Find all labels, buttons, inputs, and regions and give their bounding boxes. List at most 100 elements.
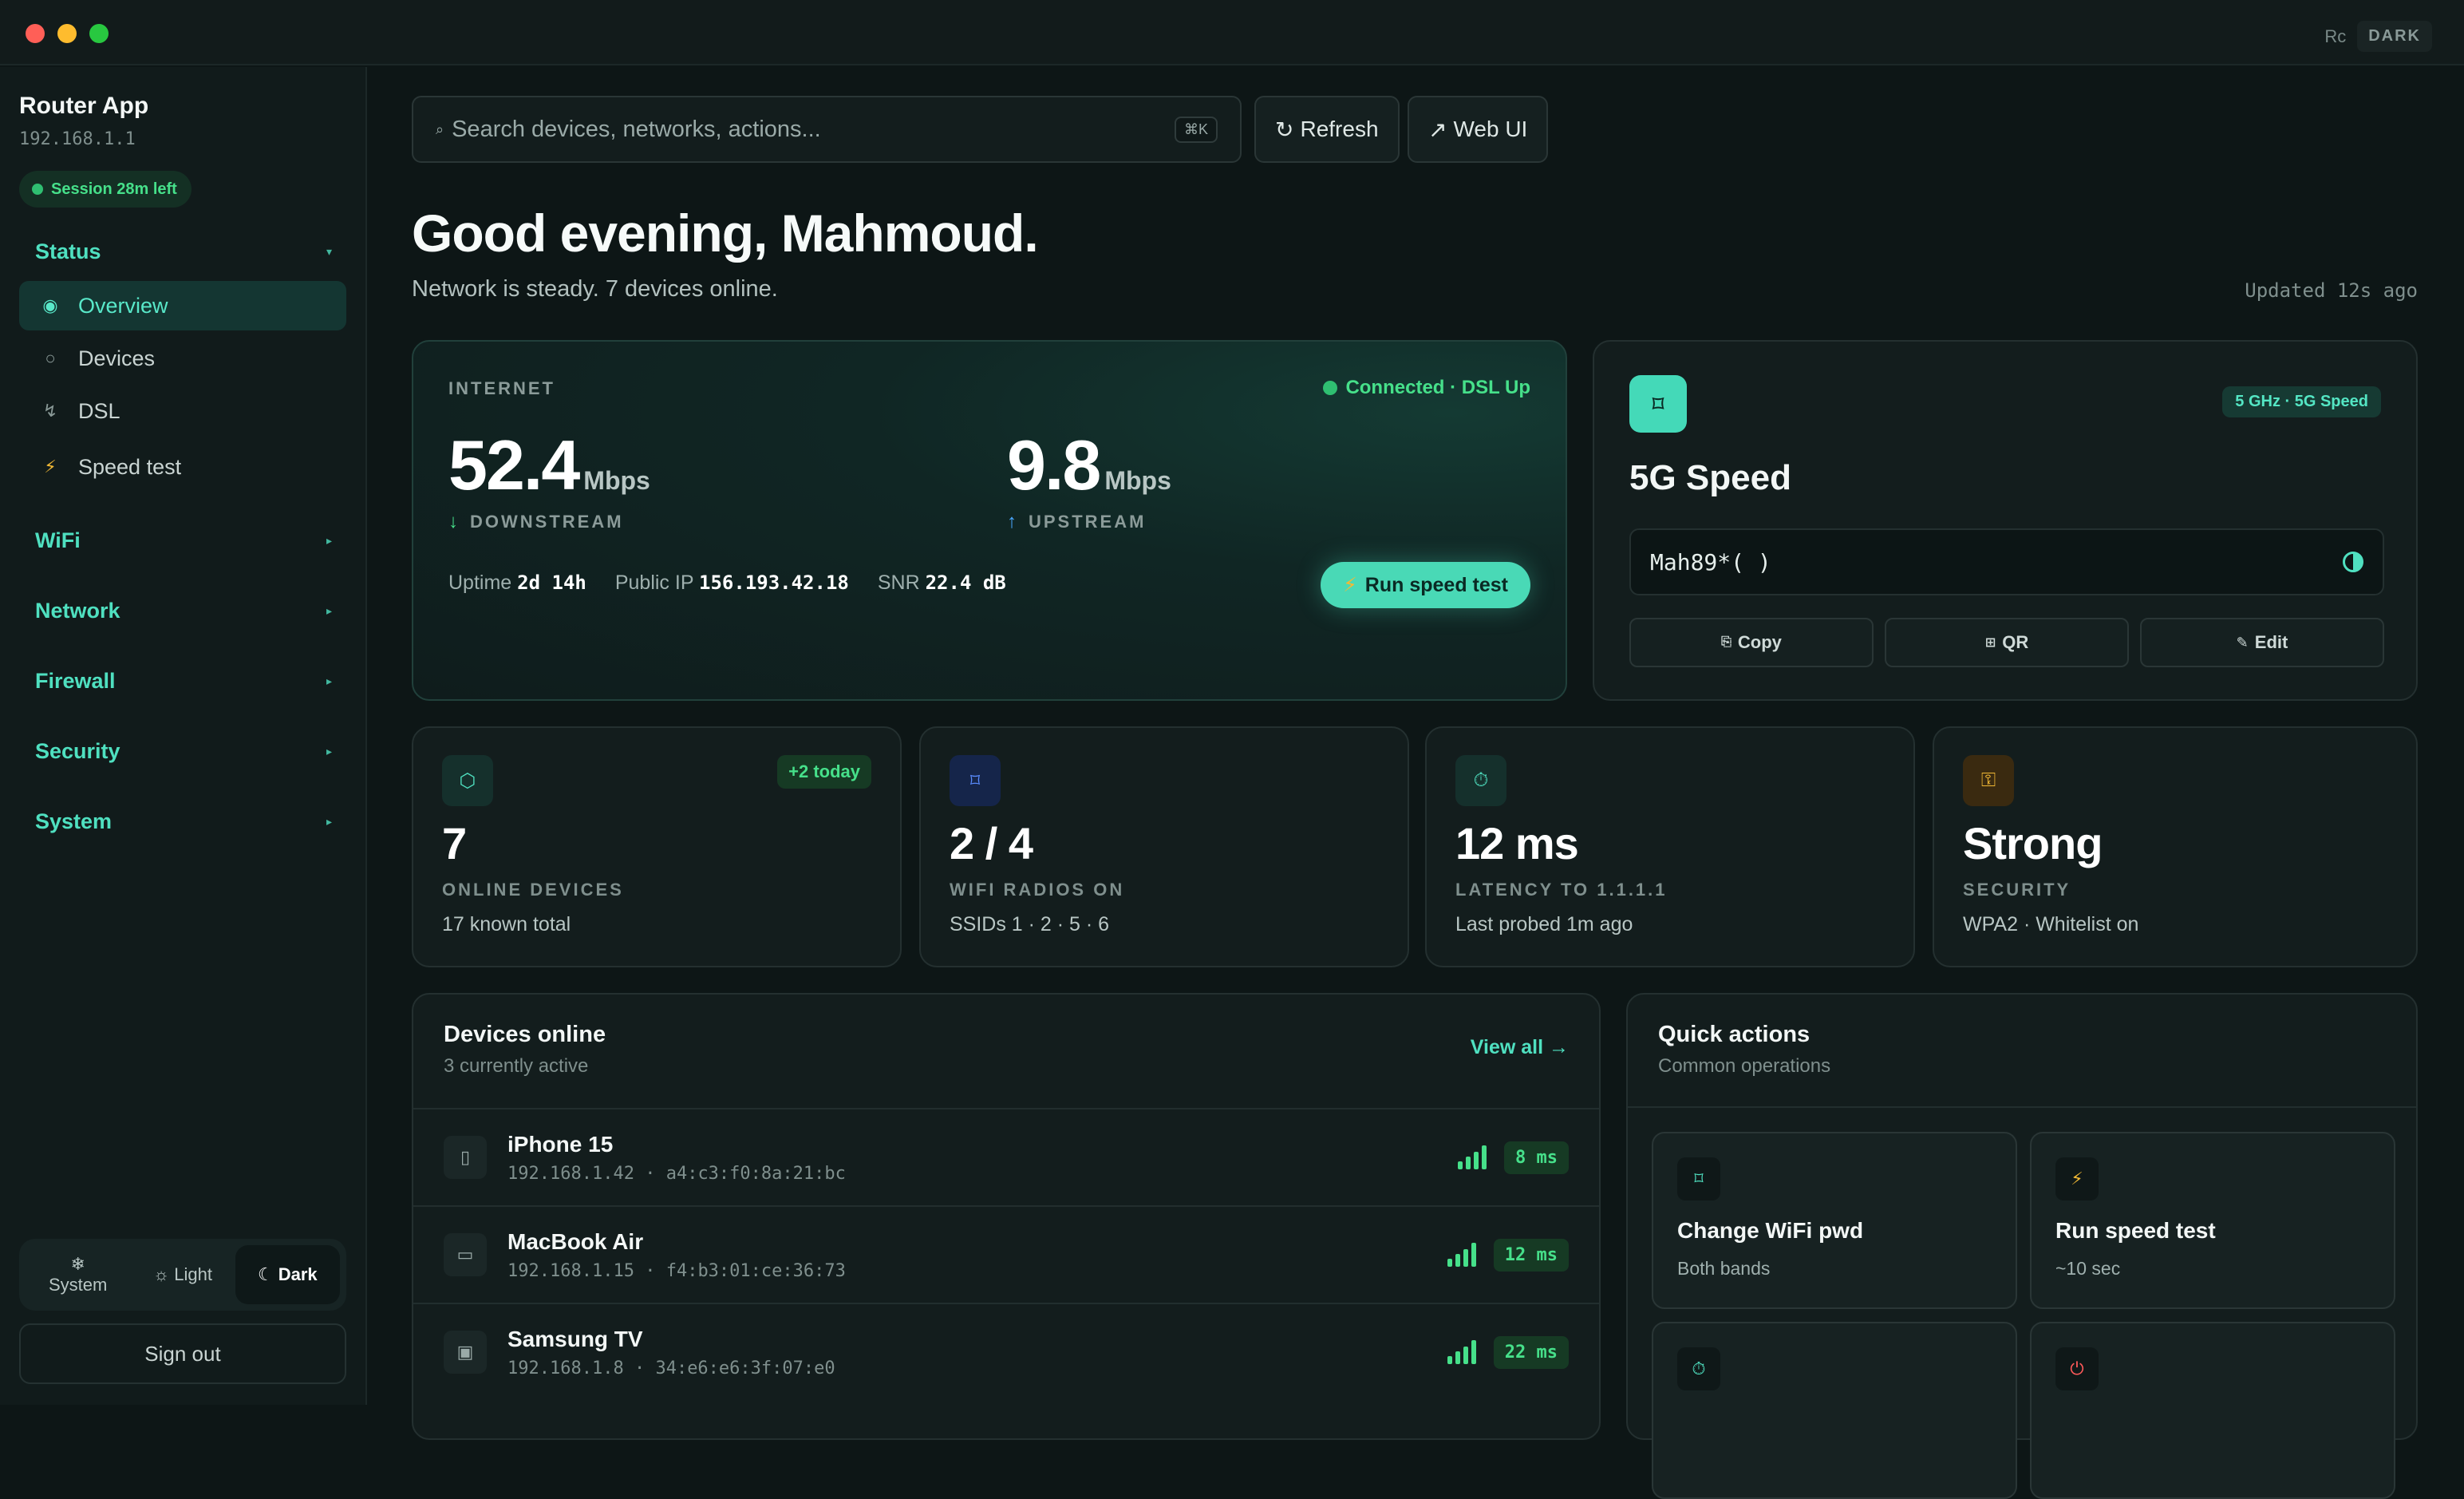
sidebar-item-devices[interactable]: ○ Devices xyxy=(19,334,346,383)
signal-icon xyxy=(1458,1145,1487,1169)
button-label: Refresh xyxy=(1300,117,1379,141)
sidebar-section-status[interactable]: Status ▾ xyxy=(35,239,332,264)
theme-label: Dark xyxy=(278,1264,318,1284)
upstream-unit: Mbps xyxy=(1104,466,1171,495)
app-name: Router App xyxy=(19,93,149,119)
latency-badge: 22 ms xyxy=(1493,1335,1569,1369)
downstream-unit: Mbps xyxy=(583,466,650,495)
theme-light-button[interactable]: ☼ Light xyxy=(130,1245,235,1304)
arrow-up-icon: ↑ xyxy=(1007,511,1019,532)
wifi-icon: ⌑ xyxy=(1677,1157,1720,1200)
qr-button[interactable]: ⊞ QR xyxy=(1885,618,2129,667)
chevron-right-icon: ▸ xyxy=(326,815,332,828)
upstream-value: 9.8 xyxy=(1007,425,1101,504)
copy-icon: ⎘ xyxy=(1721,635,1732,649)
quick-action-reboot[interactable]: ⏻ xyxy=(2030,1322,2395,1499)
wifi-password-field[interactable]: Mah89*( ) xyxy=(1629,528,2384,595)
sidebar-item-dsl[interactable]: ↯ DSL xyxy=(19,386,346,436)
status-dot-icon xyxy=(1323,381,1338,395)
public-ip-label: Public IP xyxy=(614,572,694,594)
chevron-right-icon: ▸ xyxy=(326,674,332,687)
bolt-icon: ⚡ xyxy=(1343,574,1357,596)
signal-icon xyxy=(1447,1243,1476,1267)
stat-value: 12 ms xyxy=(1455,818,1579,868)
sidebar-item-label: DSL xyxy=(78,398,120,423)
qr-icon: ⊞ xyxy=(1984,636,1996,650)
stat-card-wifi-radios[interactable]: ⌑ 2 / 4 WIFI RADIOS ON SSIDs 1 · 2 · 5 ·… xyxy=(919,726,1409,967)
system-icon: ❄ xyxy=(70,1254,85,1274)
quick-action-change-wifi-pwd[interactable]: ⌑ Change WiFi pwd Both bands xyxy=(1652,1132,2017,1309)
downstream-stat: 52.4 Mbps ↓ DOWNSTREAM xyxy=(448,425,650,533)
theme-mode-badge[interactable]: DARK xyxy=(2357,21,2432,52)
stat-badge: +2 today xyxy=(777,755,871,789)
table-row[interactable]: ▣ Samsung TV 192.168.1.8 · 34:e6:e6:3f:0… xyxy=(413,1303,1599,1400)
band-badge: 5 GHz · 5G Speed xyxy=(2222,386,2381,417)
panel-title: Quick actions xyxy=(1658,1022,1810,1047)
toggle-visibility-icon[interactable] xyxy=(2343,552,2363,572)
chevron-right-icon: ▸ xyxy=(326,745,332,757)
external-link-icon: ↗ xyxy=(1428,117,1447,142)
view-all-link[interactable]: View all → xyxy=(1471,1036,1569,1059)
sidebar-section-system[interactable]: System ▸ xyxy=(35,809,332,834)
wifi-card: ⌑ 5 GHz · 5G Speed 5G Speed Mah89*( ) ⎘ … xyxy=(1593,340,2418,701)
refresh-button[interactable]: ↻ Refresh xyxy=(1254,96,1400,163)
run-speed-test-button[interactable]: ⚡ Run speed test xyxy=(1321,562,1530,608)
upstream-stat: 9.8 Mbps ↑ UPSTREAM xyxy=(1007,425,1171,533)
table-row[interactable]: ▭ MacBook Air 192.168.1.15 · f4:b3:01:ce… xyxy=(413,1205,1599,1303)
internet-label: INTERNET xyxy=(448,378,555,398)
power-icon: ⏻ xyxy=(2055,1347,2099,1390)
edit-button[interactable]: ✎ Edit xyxy=(2140,618,2384,667)
stat-card-online-devices[interactable]: ⬡ +2 today 7 ONLINE DEVICES 17 known tot… xyxy=(412,726,902,967)
section-label: WiFi xyxy=(35,528,81,552)
button-label: Edit xyxy=(2254,632,2288,652)
public-ip-value: 156.193.42.18 xyxy=(699,572,849,594)
stat-card-latency[interactable]: ⏱ 12 ms LATENCY TO 1.1.1.1 Last probed 1… xyxy=(1425,726,1915,967)
refresh-icon: ↻ xyxy=(1275,117,1294,142)
stopwatch-icon: ⏱ xyxy=(1677,1347,1720,1390)
sign-out-button[interactable]: Sign out xyxy=(19,1323,346,1384)
sidebar-section-security[interactable]: Security ▸ xyxy=(35,739,332,764)
search-input[interactable]: ⌕ Search devices, networks, actions... ⌘… xyxy=(412,96,1242,163)
sidebar-item-overview[interactable]: ◉ Overview xyxy=(19,281,346,330)
devices-icon: ○ xyxy=(45,348,56,368)
sidebar-section-wifi[interactable]: WiFi ▸ xyxy=(35,528,332,553)
stat-label: WIFI RADIOS ON xyxy=(950,880,1125,900)
bolt-icon: ⚡ xyxy=(44,457,57,477)
snr-label: SNR xyxy=(877,572,920,594)
sidebar-section-network[interactable]: Network ▸ xyxy=(35,599,332,623)
button-label: Run speed test xyxy=(1364,573,1508,596)
wifi-icon: ⌑ xyxy=(1629,375,1687,433)
moon-icon: ☾ xyxy=(257,1264,274,1284)
session-badge: Session 28m left xyxy=(19,171,192,208)
stat-card-security[interactable]: ⚿ Strong SECURITY WPA2 · Whitelist on xyxy=(1933,726,2418,967)
copy-button[interactable]: ⎘ Copy xyxy=(1629,618,1874,667)
theme-label: Light xyxy=(174,1264,212,1284)
sidebar-item-label: Speed test xyxy=(78,454,182,479)
close-window-button[interactable] xyxy=(26,24,45,43)
sidebar-item-speed-test[interactable]: ⚡ Speed test xyxy=(19,442,346,492)
uptime-label: Uptime xyxy=(448,572,512,594)
panel-subtitle: Common operations xyxy=(1658,1055,1831,1077)
internet-meta: Uptime 2d 14h Public IP 156.193.42.18 SN… xyxy=(448,572,1006,595)
minimize-window-button[interactable] xyxy=(57,24,77,43)
session-text: Session 28m left xyxy=(51,180,177,198)
downstream-value: 52.4 xyxy=(448,425,580,504)
table-row[interactable]: ▯ iPhone 15 192.168.1.42 · a4:c3:f0:8a:2… xyxy=(413,1108,1599,1205)
quick-action-latency[interactable]: ⏱ xyxy=(1652,1322,2017,1499)
section-label: Firewall xyxy=(35,669,116,693)
panel-subtitle: 3 currently active xyxy=(444,1055,589,1077)
bolt-icon: ⚡ xyxy=(2055,1157,2099,1200)
theme-system-button[interactable]: ❄ System xyxy=(26,1245,130,1304)
quick-action-title: Run speed test xyxy=(2055,1218,2216,1243)
titlebar-rc-label: Rc xyxy=(2324,26,2347,46)
quick-action-run-speed-test[interactable]: ⚡ Run speed test ~10 sec xyxy=(2030,1132,2395,1309)
search-placeholder: Search devices, networks, actions... xyxy=(452,116,821,142)
theme-dark-button[interactable]: ☾ Dark xyxy=(235,1245,340,1304)
stopwatch-icon: ⏱ xyxy=(1455,755,1506,806)
divider xyxy=(1628,1106,2416,1108)
uptime-value: 2d 14h xyxy=(517,572,586,594)
web-ui-button[interactable]: ↗ Web UI xyxy=(1408,96,1549,163)
sidebar-section-firewall[interactable]: Firewall ▸ xyxy=(35,669,332,694)
theme-switcher: ❄ System ☼ Light ☾ Dark xyxy=(19,1239,346,1311)
maximize-window-button[interactable] xyxy=(89,24,109,43)
